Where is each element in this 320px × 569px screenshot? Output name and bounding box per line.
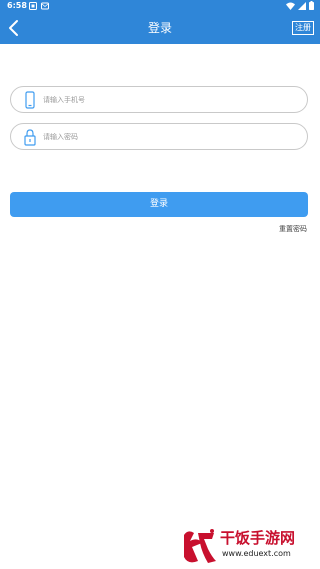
watermark-title: 干饭手游网 <box>220 529 296 547</box>
notification-icon-2 <box>41 2 49 10</box>
battery-icon <box>309 1 314 10</box>
register-button[interactable]: 注册 <box>292 21 314 35</box>
phone-icon <box>25 91 35 109</box>
reset-password-link[interactable]: 重置密码 <box>279 224 307 234</box>
watermark-logo-icon <box>184 529 216 563</box>
password-input[interactable] <box>43 129 293 145</box>
wifi-icon <box>286 2 295 10</box>
status-bar: 6:58 <box>0 0 320 12</box>
phone-field[interactable] <box>10 86 308 113</box>
app-bar: 登录 注册 <box>0 12 320 44</box>
lock-icon <box>24 129 36 146</box>
signal-icon <box>298 1 306 10</box>
login-button[interactable]: 登录 <box>10 192 308 217</box>
phone-input[interactable] <box>43 92 293 108</box>
password-field[interactable] <box>10 123 308 150</box>
page-title: 登录 <box>147 21 172 35</box>
watermark: 干饭手游网 www.eduext.com <box>178 527 318 567</box>
status-time: 6:58 <box>7 1 27 10</box>
watermark-url: www.eduext.com <box>222 549 291 558</box>
notification-icon <box>29 2 37 10</box>
